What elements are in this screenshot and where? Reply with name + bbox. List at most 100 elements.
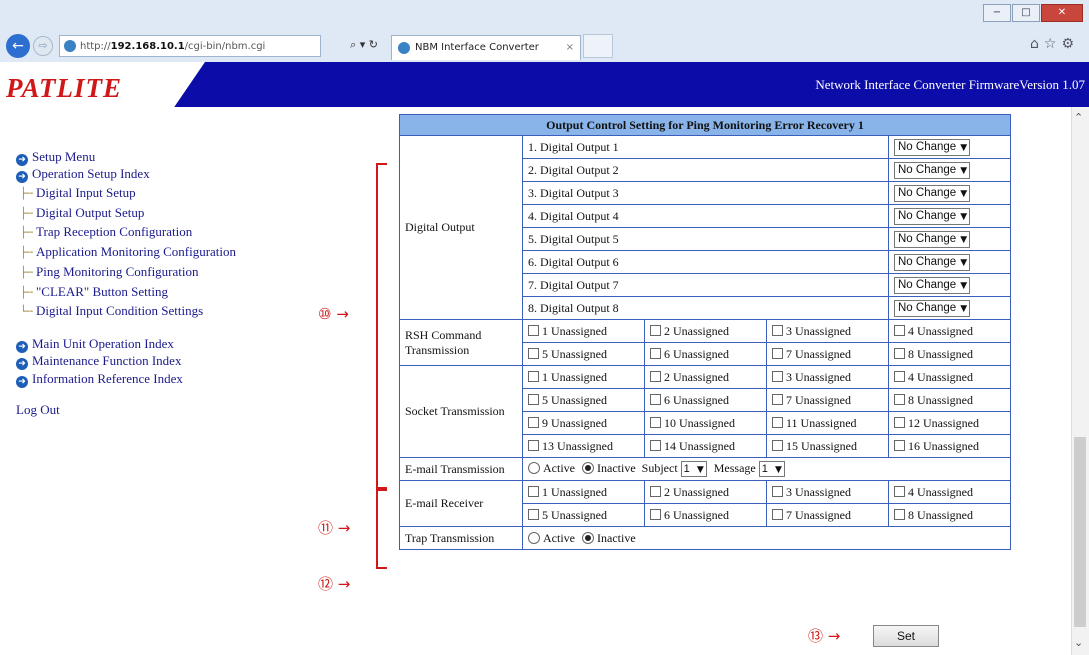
digital-output-3-select[interactable]: No Change ▼ bbox=[894, 184, 971, 202]
checkbox[interactable] bbox=[894, 485, 905, 497]
digital-output-2-select[interactable]: No Change ▼ bbox=[894, 161, 971, 179]
sidebar-item-digital-input-condition[interactable]: └╌ Digital Input Condition Settings bbox=[20, 303, 203, 319]
checkbox[interactable] bbox=[772, 416, 783, 428]
digital-output-5-select[interactable]: No Change ▼ bbox=[894, 230, 971, 248]
socket-checkbox-cell[interactable]: 9 Unassigned bbox=[522, 411, 645, 435]
socket-checkbox-cell[interactable]: 6 Unassigned bbox=[644, 388, 767, 412]
checkbox[interactable] bbox=[772, 370, 783, 382]
receiver-checkbox-cell[interactable]: 7 Unassigned bbox=[766, 503, 889, 527]
checkbox[interactable] bbox=[650, 347, 661, 359]
checkbox[interactable] bbox=[772, 439, 783, 451]
sidebar-item-application-monitoring[interactable]: ├╌ Application Monitoring Configuration bbox=[20, 244, 236, 260]
email-active-radio[interactable] bbox=[528, 462, 540, 474]
vertical-scrollbar[interactable]: ⌃ ⌄ bbox=[1071, 107, 1089, 655]
trap-inactive-radio[interactable] bbox=[582, 531, 594, 544]
checkbox[interactable] bbox=[894, 416, 905, 428]
receiver-checkbox-cell[interactable]: 6 Unassigned bbox=[644, 503, 767, 527]
socket-checkbox-cell[interactable]: 3 Unassigned bbox=[766, 365, 889, 389]
socket-checkbox-cell[interactable]: 13 Unassigned bbox=[522, 434, 645, 458]
socket-checkbox-cell[interactable]: 1 Unassigned bbox=[522, 365, 645, 389]
checkbox[interactable] bbox=[894, 324, 905, 336]
socket-checkbox-cell[interactable]: 15 Unassigned bbox=[766, 434, 889, 458]
maximize-button[interactable]: □ bbox=[1012, 4, 1040, 22]
address-bar[interactable]: http://192.168.10.1/cgi-bin/nbm.cgi ⌕ ▾ … bbox=[59, 35, 378, 57]
checkbox[interactable] bbox=[528, 347, 539, 359]
sidebar-item-clear-button[interactable]: ├╌ "CLEAR" Button Setting bbox=[20, 284, 168, 300]
sidebar-item-digital-input-setup[interactable]: ├╌ Digital Input Setup bbox=[20, 185, 136, 201]
rsh-checkbox-cell[interactable]: 2 Unassigned bbox=[644, 319, 767, 343]
checkbox[interactable] bbox=[650, 485, 661, 497]
subject-select[interactable]: 1 ▼ bbox=[680, 461, 707, 477]
receiver-checkbox-cell[interactable]: 1 Unassigned bbox=[522, 480, 645, 504]
search-refresh-icon[interactable]: ⌕ ▾ ↻ bbox=[350, 38, 378, 52]
checkbox[interactable] bbox=[772, 393, 783, 405]
rsh-checkbox-cell[interactable]: 8 Unassigned bbox=[888, 342, 1011, 366]
socket-checkbox-cell[interactable]: 4 Unassigned bbox=[888, 365, 1011, 389]
message-select[interactable]: 1 ▼ bbox=[758, 461, 785, 477]
rsh-checkbox-cell[interactable]: 5 Unassigned bbox=[522, 342, 645, 366]
sidebar-logout[interactable]: Log Out bbox=[16, 402, 60, 418]
checkbox[interactable] bbox=[772, 508, 783, 520]
checkbox[interactable] bbox=[894, 347, 905, 359]
minimize-button[interactable]: − bbox=[983, 4, 1011, 22]
email-inactive-radio[interactable] bbox=[582, 462, 594, 474]
receiver-checkbox-cell[interactable]: 2 Unassigned bbox=[644, 480, 767, 504]
sidebar-setup-menu[interactable]: ➜ Setup Menu bbox=[16, 149, 95, 166]
socket-checkbox-cell[interactable]: 14 Unassigned bbox=[644, 434, 767, 458]
sidebar-maintenance-index[interactable]: ➜ Maintenance Function Index bbox=[16, 353, 181, 370]
rsh-checkbox-cell[interactable]: 4 Unassigned bbox=[888, 319, 1011, 343]
checkbox[interactable] bbox=[528, 508, 539, 520]
checkbox[interactable] bbox=[650, 439, 661, 451]
receiver-checkbox-cell[interactable]: 5 Unassigned bbox=[522, 503, 645, 527]
checkbox[interactable] bbox=[772, 485, 783, 497]
checkbox[interactable] bbox=[650, 393, 661, 405]
sidebar-operation-setup-index[interactable]: ➜ Operation Setup Index bbox=[16, 166, 150, 183]
checkbox[interactable] bbox=[528, 370, 539, 382]
rsh-checkbox-cell[interactable]: 6 Unassigned bbox=[644, 342, 767, 366]
checkbox[interactable] bbox=[528, 485, 539, 497]
sidebar-main-unit-index[interactable]: ➜ Main Unit Operation Index bbox=[16, 336, 174, 353]
digital-output-6-select[interactable]: No Change ▼ bbox=[894, 253, 971, 271]
browser-tab[interactable]: NBM Interface Converter × bbox=[391, 34, 581, 60]
socket-checkbox-cell[interactable]: 5 Unassigned bbox=[522, 388, 645, 412]
digital-output-4-select[interactable]: No Change ▼ bbox=[894, 207, 971, 225]
receiver-checkbox-cell[interactable]: 8 Unassigned bbox=[888, 503, 1011, 527]
checkbox[interactable] bbox=[650, 370, 661, 382]
checkbox[interactable] bbox=[528, 439, 539, 451]
checkbox[interactable] bbox=[650, 508, 661, 520]
rsh-checkbox-cell[interactable]: 1 Unassigned bbox=[522, 319, 645, 343]
checkbox[interactable] bbox=[528, 324, 539, 336]
receiver-checkbox-cell[interactable]: 4 Unassigned bbox=[888, 480, 1011, 504]
digital-output-8-select[interactable]: No Change ▼ bbox=[894, 299, 971, 317]
digital-output-7-select[interactable]: No Change ▼ bbox=[894, 276, 971, 294]
checkbox[interactable] bbox=[650, 324, 661, 336]
trap-active-radio[interactable] bbox=[528, 531, 540, 544]
checkbox[interactable] bbox=[894, 393, 905, 405]
toolbar-icons[interactable]: ⌂☆⚙ bbox=[1030, 36, 1079, 52]
socket-checkbox-cell[interactable]: 10 Unassigned bbox=[644, 411, 767, 435]
checkbox[interactable] bbox=[894, 439, 905, 451]
socket-checkbox-cell[interactable]: 8 Unassigned bbox=[888, 388, 1011, 412]
close-window-button[interactable]: ✕ bbox=[1041, 4, 1083, 22]
tab-close-icon[interactable]: × bbox=[566, 42, 574, 53]
socket-checkbox-cell[interactable]: 7 Unassigned bbox=[766, 388, 889, 412]
checkbox[interactable] bbox=[772, 324, 783, 336]
new-tab-button[interactable] bbox=[583, 34, 613, 58]
scroll-down-icon[interactable]: ⌄ bbox=[1074, 636, 1083, 649]
checkbox[interactable] bbox=[528, 393, 539, 405]
scrollbar-thumb[interactable] bbox=[1074, 437, 1086, 627]
checkbox[interactable] bbox=[528, 416, 539, 428]
socket-checkbox-cell[interactable]: 16 Unassigned bbox=[888, 434, 1011, 458]
back-button[interactable]: ← bbox=[6, 34, 30, 58]
scroll-up-icon[interactable]: ⌃ bbox=[1074, 111, 1083, 124]
socket-checkbox-cell[interactable]: 2 Unassigned bbox=[644, 365, 767, 389]
checkbox[interactable] bbox=[894, 508, 905, 520]
checkbox[interactable] bbox=[772, 347, 783, 359]
forward-button[interactable]: ⇨ bbox=[33, 36, 53, 56]
checkbox[interactable] bbox=[650, 416, 661, 428]
set-button[interactable]: Set bbox=[873, 625, 939, 647]
receiver-checkbox-cell[interactable]: 3 Unassigned bbox=[766, 480, 889, 504]
socket-checkbox-cell[interactable]: 11 Unassigned bbox=[766, 411, 889, 435]
sidebar-information-index[interactable]: ➜ Information Reference Index bbox=[16, 371, 183, 388]
sidebar-item-ping-monitoring[interactable]: ├╌ Ping Monitoring Configuration bbox=[20, 264, 199, 280]
